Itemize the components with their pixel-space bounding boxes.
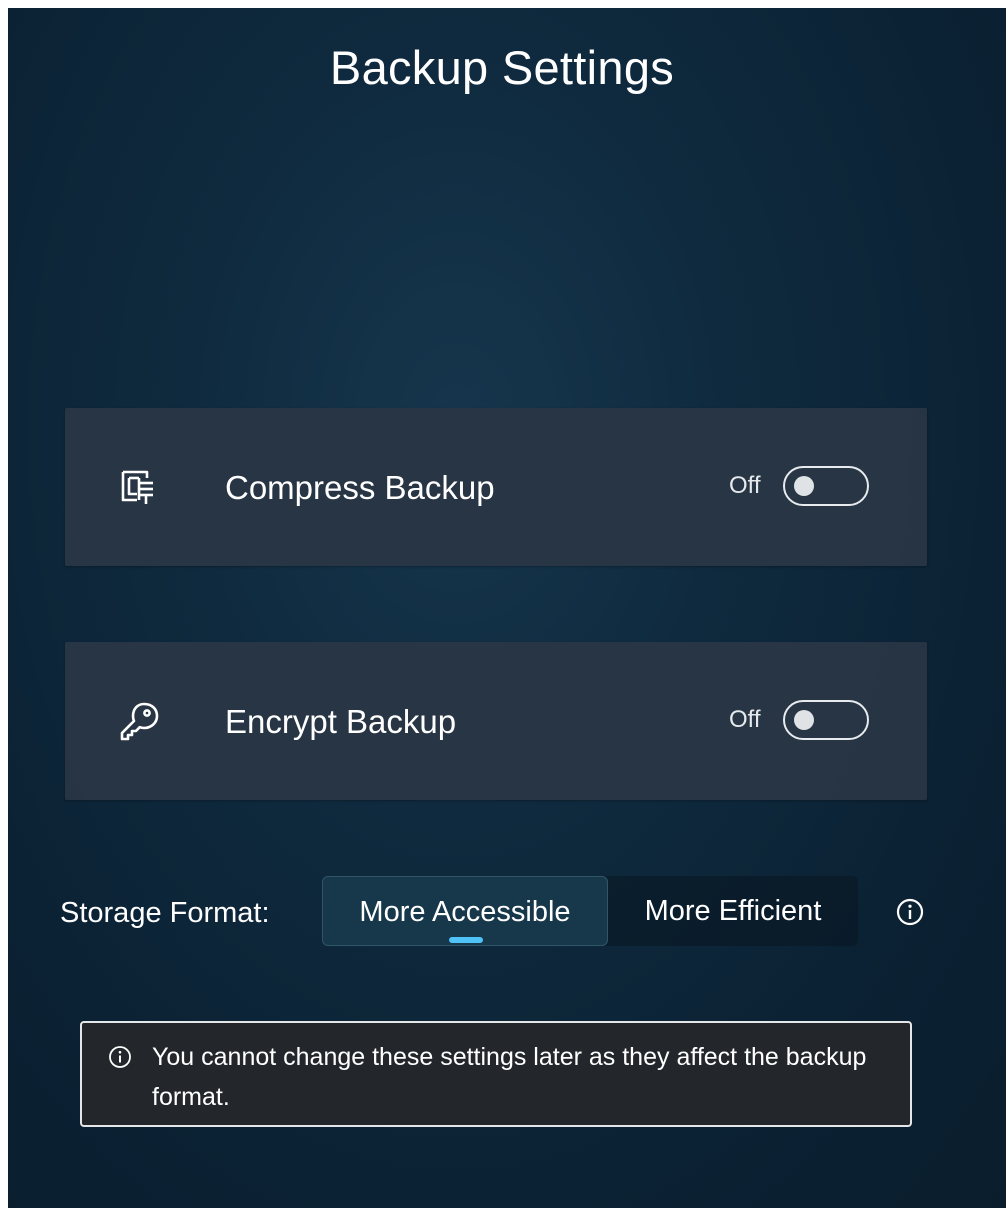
encrypt-backup-state: Off [729, 706, 761, 733]
selected-indicator [449, 937, 483, 943]
option-label: More Efficient [644, 895, 822, 927]
info-icon[interactable] [895, 897, 925, 927]
storage-format-option-more-efficient[interactable]: More Efficient [608, 876, 858, 946]
storage-format-selector: More Accessible More Efficient [322, 876, 858, 946]
compress-backup-row[interactable]: Compress Backup Off [65, 408, 927, 566]
compress-backup-toggle[interactable] [783, 466, 869, 506]
backup-settings-screen: Backup Settings Compress Backup Off Encr… [8, 8, 1006, 1208]
toggle-knob [794, 476, 814, 496]
key-icon [120, 702, 159, 741]
encrypt-backup-row[interactable]: Encrypt Backup Off [65, 642, 927, 800]
storage-format-label: Storage Format: [60, 897, 270, 929]
settings-notice: You cannot change these settings later a… [80, 1021, 912, 1127]
toggle-knob [794, 710, 814, 730]
compress-backup-state: Off [729, 472, 761, 499]
storage-format-option-more-accessible[interactable]: More Accessible [322, 876, 608, 946]
compress-icon [121, 470, 153, 504]
compress-backup-label: Compress Backup [225, 469, 495, 506]
encrypt-backup-toggle[interactable] [783, 700, 869, 740]
page-title: Backup Settings [329, 41, 675, 94]
encrypt-backup-label: Encrypt Backup [225, 703, 457, 740]
notice-text: You cannot change these settings later a… [152, 1043, 867, 1111]
option-label: More Accessible [359, 896, 571, 928]
info-icon [109, 1046, 131, 1068]
